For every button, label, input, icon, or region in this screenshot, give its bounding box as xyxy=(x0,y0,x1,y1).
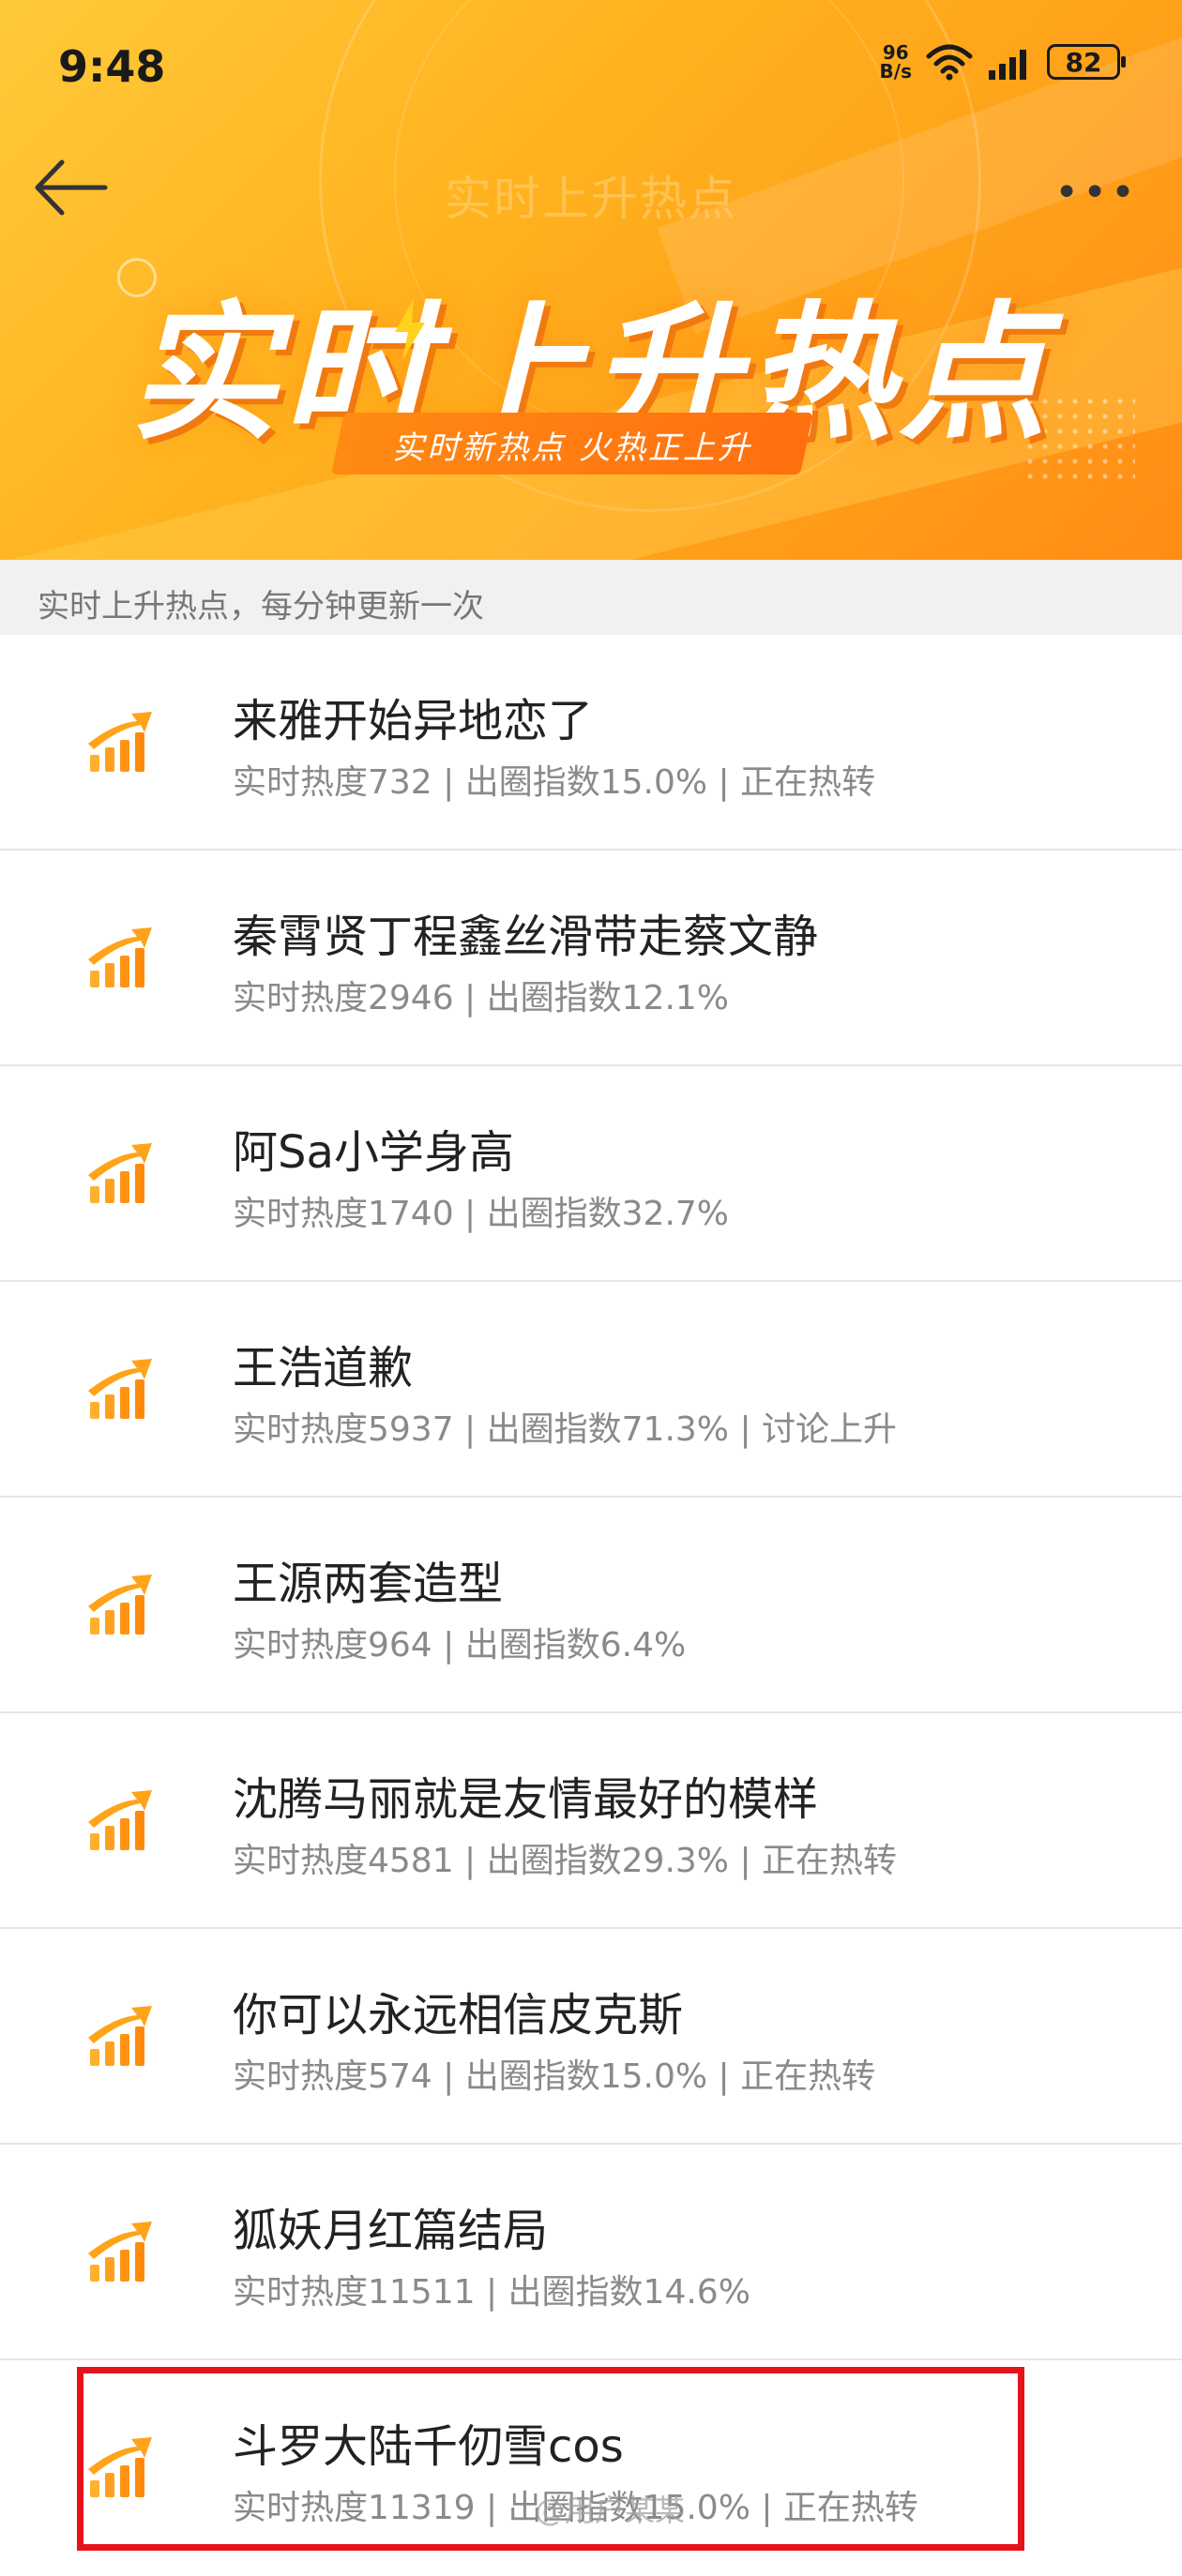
trending-up-icon xyxy=(88,712,152,772)
list-item[interactable]: 狐妖月红篇结局 实时热度11511 | 出圈指数14.6% xyxy=(0,2145,1182,2360)
more-options-icon[interactable]: ••• xyxy=(1054,169,1139,217)
topic-title: 你可以永远相信皮克斯 xyxy=(233,1989,684,2041)
status-bar-right: 96 B/s 82 xyxy=(880,43,1126,81)
battery-indicator: 82 xyxy=(1047,44,1126,80)
signal-icon xyxy=(989,50,1026,80)
topic-title: 王源两套造型 xyxy=(233,1558,504,1610)
list-item[interactable]: 你可以永远相信皮克斯 实时热度574 | 出圈指数15.0% | 正在热转 xyxy=(0,1929,1182,2145)
topic-meta: 实时热度1740 | 出圈指数32.7% xyxy=(233,1195,729,1233)
list-item[interactable]: 秦霄贤丁程鑫丝滑带走蔡文静 实时热度2946 | 出圈指数12.1% xyxy=(0,851,1182,1066)
list-item[interactable]: 王源两套造型 实时热度964 | 出圈指数6.4% xyxy=(0,1498,1182,1713)
trending-up-icon xyxy=(88,2006,152,2066)
trending-up-icon xyxy=(88,1359,152,1419)
update-info-bar: 实时上升热点，每分钟更新一次 xyxy=(0,560,1182,635)
topic-meta: 实时热度574 | 出圈指数15.0% | 正在热转 xyxy=(233,2057,876,2096)
topic-title: 来雅开始异地恋了 xyxy=(233,695,594,747)
topic-title: 秦霄贤丁程鑫丝滑带走蔡文静 xyxy=(233,911,819,963)
topic-meta: 实时热度964 | 出圈指数6.4% xyxy=(233,1626,687,1665)
topic-title: 王浩道歉 xyxy=(233,1342,414,1394)
topic-meta: 实时热度4581 | 出圈指数29.3% | 正在热转 xyxy=(233,1842,898,1880)
hero-subtitle: 实时新热点 火热正上升 xyxy=(392,429,752,467)
topic-title: 阿Sa小学身高 xyxy=(233,1126,514,1179)
nav-title: 实时上升热点 xyxy=(445,172,737,226)
trending-up-icon xyxy=(88,1790,152,1850)
network-speed: 96 B/s xyxy=(880,43,912,81)
topic-title: 沈腾马丽就是友情最好的模样 xyxy=(233,1773,819,1826)
update-info-text: 实时上升热点，每分钟更新一次 xyxy=(38,588,484,625)
trending-up-icon xyxy=(88,927,152,987)
topic-title: 狐妖月红篇结局 xyxy=(233,2205,549,2257)
network-speed-unit: B/s xyxy=(879,60,912,83)
list-item[interactable]: 阿Sa小学身高 实时热度1740 | 出圈指数32.7% xyxy=(0,1066,1182,1282)
hot-topic-list: 来雅开始异地恋了 实时热度732 | 出圈指数15.0% | 正在热转 秦霄贤丁… xyxy=(0,635,1182,2576)
topic-meta: 实时热度732 | 出圈指数15.0% | 正在热转 xyxy=(233,763,876,802)
topic-meta: 实时热度2946 | 出圈指数12.1% xyxy=(233,979,729,1017)
topic-meta: 实时热度11511 | 出圈指数14.6% xyxy=(233,2273,750,2312)
trending-up-icon xyxy=(88,1143,152,1203)
network-speed-value: 96 xyxy=(882,41,909,64)
trending-up-icon xyxy=(88,2222,152,2282)
status-time: 9:48 xyxy=(58,41,166,92)
topic-meta: 实时热度5937 | 出圈指数71.3% | 讨论上升 xyxy=(233,1410,898,1449)
list-item[interactable]: 沈腾马丽就是友情最好的模样 实时热度4581 | 出圈指数29.3% | 正在热… xyxy=(0,1713,1182,1929)
watermark: @用户某某 xyxy=(535,2493,686,2528)
lightning-icon xyxy=(395,298,425,360)
list-item[interactable]: 王浩道歉 实时热度5937 | 出圈指数71.3% | 讨论上升 xyxy=(0,1282,1182,1498)
hero-banner: 9:48 96 B/s 82 实时上升热点 ••• 实时上升热点 实时新热点 火… xyxy=(0,0,1182,560)
wifi-icon xyxy=(926,44,973,81)
list-item[interactable]: 来雅开始异地恋了 实时热度732 | 出圈指数15.0% | 正在热转 xyxy=(0,635,1182,851)
trending-up-icon xyxy=(88,1574,152,1634)
